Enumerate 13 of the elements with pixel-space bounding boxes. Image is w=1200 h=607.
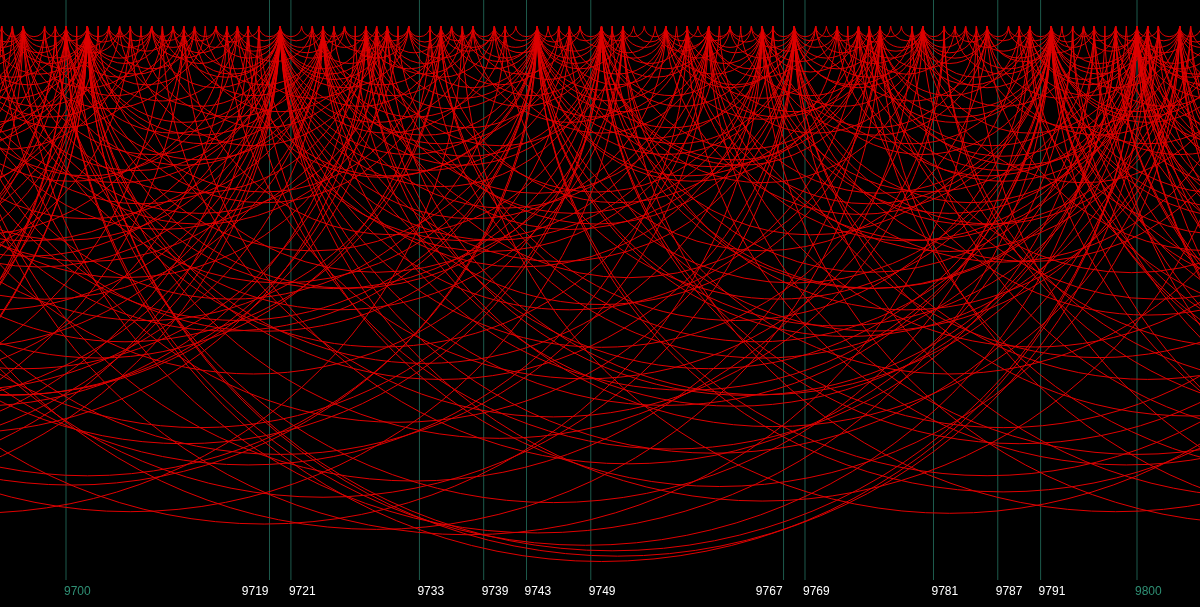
- axis-label: 9739: [481, 585, 509, 597]
- axis-label: 9787: [995, 585, 1023, 597]
- axis-label: 9781: [931, 585, 959, 597]
- axis-label: 9700: [64, 585, 91, 597]
- axis-label: 9719: [241, 585, 269, 597]
- axis-label: 9767: [755, 585, 783, 597]
- axis-label: 9791: [1038, 585, 1066, 597]
- axis-label: 9800: [1135, 585, 1162, 597]
- axis-label: 9721: [288, 585, 316, 597]
- axis-label: 9749: [588, 585, 616, 597]
- axis-label: 9743: [524, 585, 552, 597]
- axis-label: 9769: [803, 585, 830, 597]
- axis-label: 9733: [417, 585, 445, 597]
